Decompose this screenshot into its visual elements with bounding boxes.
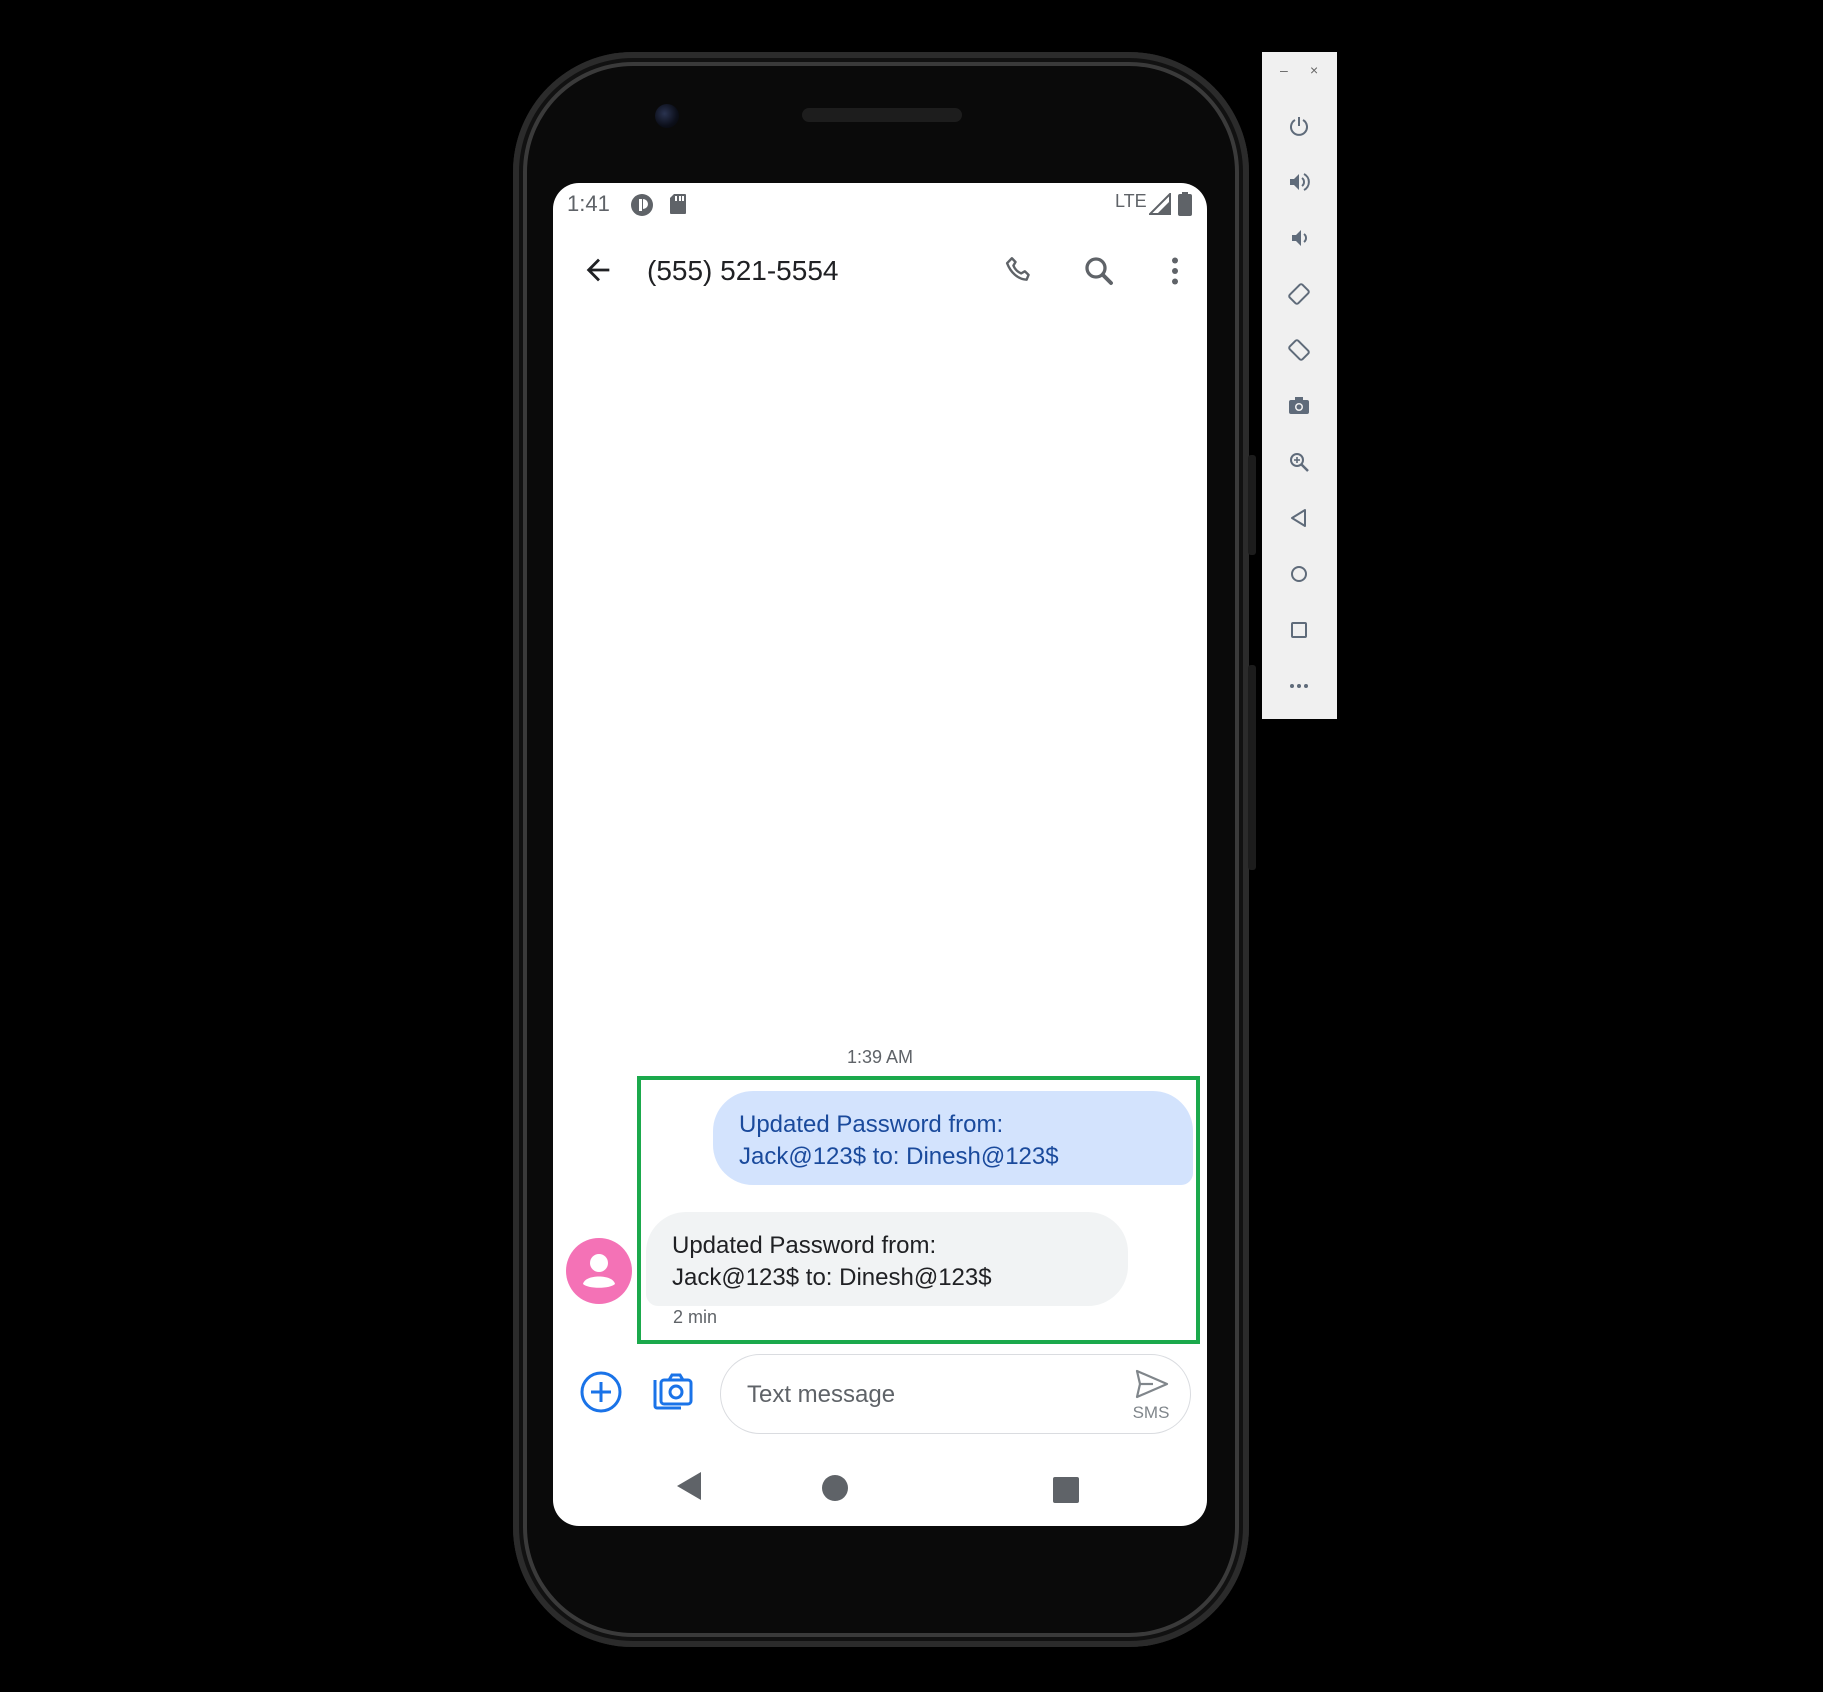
home-icon[interactable] [1284, 559, 1314, 589]
nav-recents-icon[interactable] [1053, 1477, 1079, 1508]
more-vert-icon[interactable] [1157, 253, 1193, 294]
nav-home-icon[interactable] [821, 1474, 849, 1507]
contact-avatar[interactable] [566, 1238, 632, 1304]
gallery-camera-icon[interactable] [651, 1370, 695, 1419]
earpiece-speaker [802, 108, 962, 122]
message-input[interactable] [745, 1375, 1099, 1415]
send-sms-button[interactable]: SMS [1121, 1365, 1181, 1425]
emulator-close-button[interactable]: × [1310, 62, 1318, 78]
sd-card-icon [669, 193, 687, 220]
add-attachment-icon[interactable] [579, 1370, 623, 1419]
conversation-app-bar: (555) 521-5554 [553, 225, 1207, 323]
rotate-right-icon[interactable] [1284, 335, 1314, 365]
phone-icon[interactable] [1002, 253, 1038, 294]
overview-icon[interactable] [1284, 615, 1314, 645]
highlight-box [637, 1076, 1200, 1344]
signal-icon [1147, 191, 1171, 220]
status-bar: 1:41 LTE [553, 183, 1207, 225]
back-arrow-icon[interactable] [581, 253, 615, 292]
rotate-left-icon[interactable] [1284, 279, 1314, 309]
network-type: LTE [1115, 191, 1147, 211]
system-nav-bar [553, 1454, 1207, 1526]
more-icon[interactable] [1284, 671, 1314, 701]
search-icon[interactable] [1081, 253, 1117, 294]
notification-app-icon [630, 193, 654, 222]
back-icon[interactable] [1284, 503, 1314, 533]
emulator-toolbar: – × [1262, 52, 1337, 719]
camera-icon[interactable] [1284, 391, 1314, 421]
battery-icon [1178, 192, 1192, 221]
power-icon[interactable] [1284, 111, 1314, 141]
front-camera [655, 104, 679, 128]
nav-back-icon[interactable] [675, 1470, 705, 1507]
message-timestamp: 1:39 AM [846, 1047, 914, 1067]
phone-power-button [1248, 455, 1256, 555]
phone-screen: 1:41 LTE (555) 521-5554 1:39 AM Updated … [553, 183, 1207, 1526]
contact-title: (555) 521-5554 [647, 255, 839, 286]
volume-down-icon[interactable] [1284, 223, 1314, 253]
emulator-minimize-button[interactable]: – [1280, 62, 1288, 78]
zoom-icon[interactable] [1284, 447, 1314, 477]
message-compose-field[interactable]: SMS [720, 1354, 1191, 1434]
volume-up-icon[interactable] [1284, 167, 1314, 197]
send-label: SMS [1132, 1403, 1170, 1422]
phone-volume-button [1248, 665, 1256, 870]
status-time: 1:41 [567, 191, 610, 216]
